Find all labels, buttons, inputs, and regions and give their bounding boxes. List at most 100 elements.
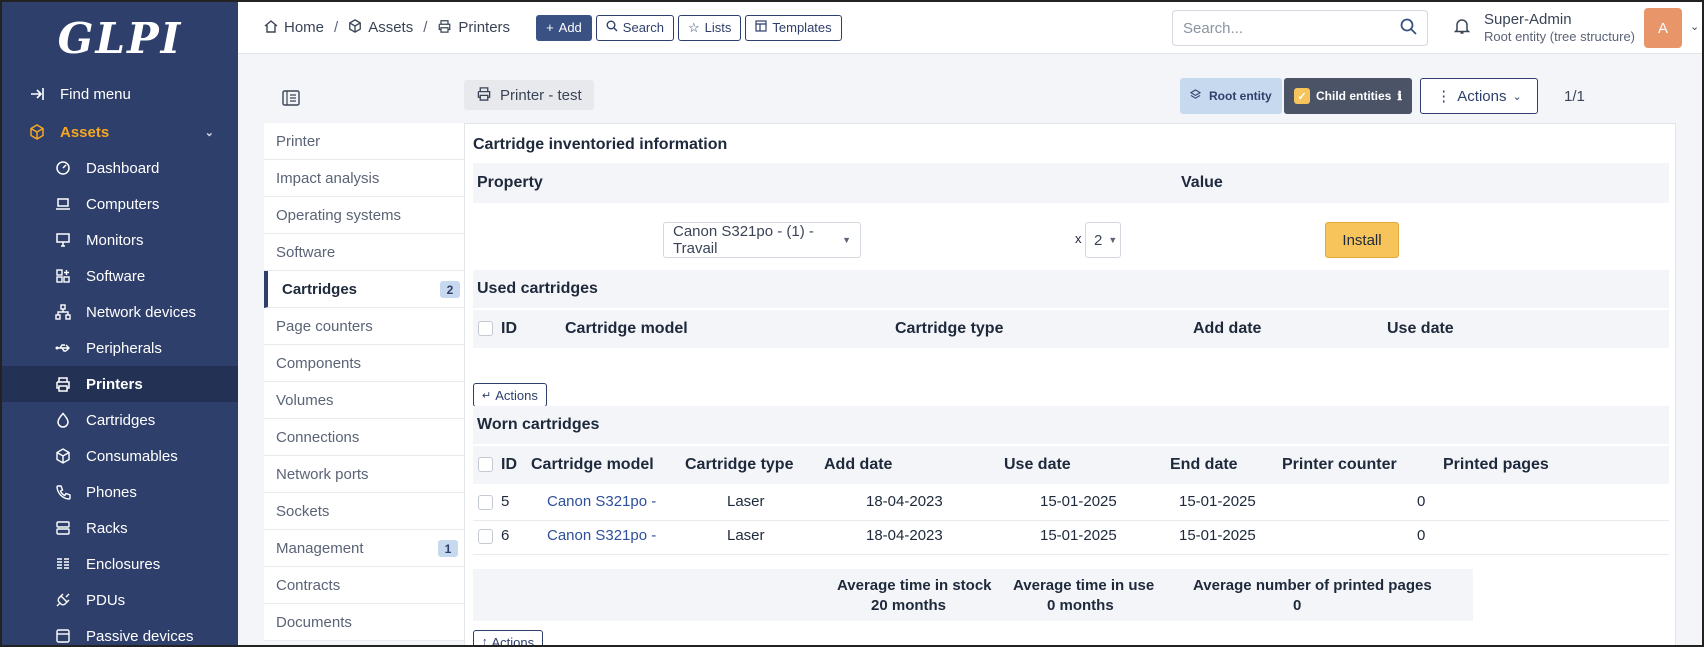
tab-cartridges[interactable]: Cartridges 2 (264, 271, 466, 308)
row-type: Laser (727, 493, 765, 510)
breadcrumb-printers[interactable]: Printers (437, 19, 510, 37)
templates-label: Templates (772, 20, 832, 35)
tab-count-badge: 2 (440, 281, 460, 298)
sidebar-item-phones[interactable]: Phones (2, 474, 238, 510)
sidebar-item-software[interactable]: Software (2, 258, 238, 294)
tab-page-counters[interactable]: Page counters (264, 308, 464, 345)
tab-volumes[interactable]: Volumes (264, 382, 464, 419)
templates-button[interactable]: Templates (745, 14, 842, 41)
used-header-add-date: Add date (1193, 320, 1262, 337)
pager: 1/1 (1564, 88, 1585, 105)
tab-label: Cartridges (282, 280, 358, 298)
stat-stock-value: 20 months (871, 597, 947, 614)
row-model-link[interactable]: Canon S321po - (547, 527, 656, 544)
tab-contracts[interactable]: Contracts (264, 567, 464, 604)
plus-icon: + (546, 20, 554, 35)
sidebar-item-label: Peripherals (86, 339, 162, 357)
sidebar-item-printers[interactable]: Printers (2, 366, 238, 402)
used-title: Used cartridges (477, 280, 598, 297)
sidebar-item-network-devices[interactable]: Network devices (2, 294, 238, 330)
sidebar-item-dashboard[interactable]: Dashboard (2, 150, 238, 186)
tab-label: Documents (276, 613, 352, 631)
tab-software[interactable]: Software (264, 234, 464, 271)
row-id: 6 (501, 527, 510, 544)
usb-icon (54, 339, 72, 357)
sidebar-item-enclosures[interactable]: Enclosures (2, 546, 238, 582)
worn-actions-button[interactable]: ↑ Actions (473, 630, 544, 645)
root-entity-badge[interactable]: Root entity (1180, 78, 1282, 114)
row-model-link[interactable]: Canon S321po - (547, 493, 656, 510)
dashboard-icon (54, 159, 72, 177)
tab-components[interactable]: Components (264, 345, 464, 382)
star-icon: ☆ (688, 19, 700, 35)
row-checkbox[interactable] (478, 529, 493, 544)
sidebar-item-pdus[interactable]: PDUs (2, 582, 238, 618)
sidebar-item-cartridges[interactable]: Cartridges (2, 402, 238, 438)
worn-header-printed-pages: Printed pages (1443, 456, 1549, 473)
tab-management[interactable]: Management 1 (264, 530, 464, 567)
chevron-down-icon: ⌄ (1512, 90, 1522, 103)
tab-label: Printer (276, 132, 321, 150)
select-all-checkbox[interactable] (478, 457, 493, 472)
breadcrumb-home[interactable]: Home (264, 19, 324, 37)
box-icon (28, 123, 46, 141)
sidebar-item-computers[interactable]: Computers (2, 186, 238, 222)
install-button[interactable]: Install (1325, 222, 1399, 258)
lists-button[interactable]: ☆ Lists (678, 14, 742, 41)
quantity-select[interactable]: 2 ▼ (1085, 222, 1121, 258)
sidebar-item-label: Network devices (86, 303, 197, 321)
used-actions-button[interactable]: ↵ Actions (473, 383, 547, 407)
user-name: Super-Admin (1484, 11, 1572, 28)
sidebar-section-assets[interactable]: Assets ⌄ (2, 114, 238, 150)
tab-operating-systems[interactable]: Operating systems (264, 197, 464, 234)
info-icon: ℹ (1397, 89, 1402, 103)
search-button[interactable]: Search (595, 14, 674, 41)
breadcrumb-assets[interactable]: Assets (348, 18, 413, 37)
printer-icon (437, 19, 452, 37)
tab-documents[interactable]: Documents (264, 604, 464, 641)
user-menu[interactable]: Super-Admin Root entity (tree structure) (1484, 11, 1635, 45)
chevron-down-icon[interactable]: ⌄ (1690, 20, 1699, 33)
worn-header-end-date: End date (1170, 456, 1238, 473)
actions-dropdown-button[interactable]: ⋮ Actions ⌄ (1420, 78, 1538, 114)
tab-sockets[interactable]: Sockets (264, 493, 464, 530)
tab-label: Software (276, 243, 336, 261)
layers-icon (1189, 89, 1202, 103)
worn-title: Worn cartridges (477, 416, 600, 433)
avatar[interactable]: A (1644, 8, 1682, 48)
toggle-tabs-icon[interactable] (282, 90, 300, 110)
global-search-input[interactable]: Search... (1172, 10, 1428, 46)
tab-network-ports[interactable]: Network ports (264, 456, 464, 493)
stat-use-value: 0 months (1047, 597, 1114, 614)
root-entity-label: Root entity (1209, 89, 1272, 103)
child-entities-toggle[interactable]: ✓ Child entities ℹ (1284, 78, 1412, 114)
lists-label: Lists (704, 20, 732, 35)
tab-connections[interactable]: Connections (264, 419, 464, 456)
sidebar-item-monitors[interactable]: Monitors (2, 222, 238, 258)
row-checkbox[interactable] (478, 495, 493, 510)
tab-printer[interactable]: Printer (264, 123, 464, 160)
sidebar-item-racks[interactable]: Racks (2, 510, 238, 546)
select-all-checkbox[interactable] (478, 321, 493, 336)
row-use-date: 15-01-2025 (1040, 527, 1117, 544)
breadcrumb-separator: / (334, 19, 339, 36)
caret-down-icon: ▼ (842, 235, 851, 245)
add-button[interactable]: + Add (536, 14, 592, 41)
cartridge-model-select[interactable]: Canon S321po - (1) - Travail ▼ (663, 222, 861, 258)
phone-icon (54, 483, 72, 501)
tab-impact-analysis[interactable]: Impact analysis (264, 160, 464, 197)
bell-icon[interactable] (1453, 17, 1471, 39)
sidebar-item-label: Passive devices (86, 627, 194, 645)
find-menu-button[interactable]: Find menu (2, 74, 238, 114)
sidebar-item-passive-devices[interactable]: Passive devices (2, 618, 238, 645)
used-actions-label: Actions (495, 387, 538, 403)
tab-label: Management (276, 539, 364, 557)
glpi-logo[interactable]: GLPI (2, 2, 238, 74)
child-entities-label: Child entities (1316, 89, 1392, 103)
sidebar-item-peripherals[interactable]: Peripherals (2, 330, 238, 366)
sidebar-item-consumables[interactable]: Consumables (2, 438, 238, 474)
tab-label: Impact analysis (276, 169, 380, 187)
cartridge-model-value: Canon S321po - (1) - Travail (673, 223, 814, 257)
corner-arrow-icon: ↵ (482, 389, 492, 402)
quantity-prefix: x (1075, 231, 1082, 246)
